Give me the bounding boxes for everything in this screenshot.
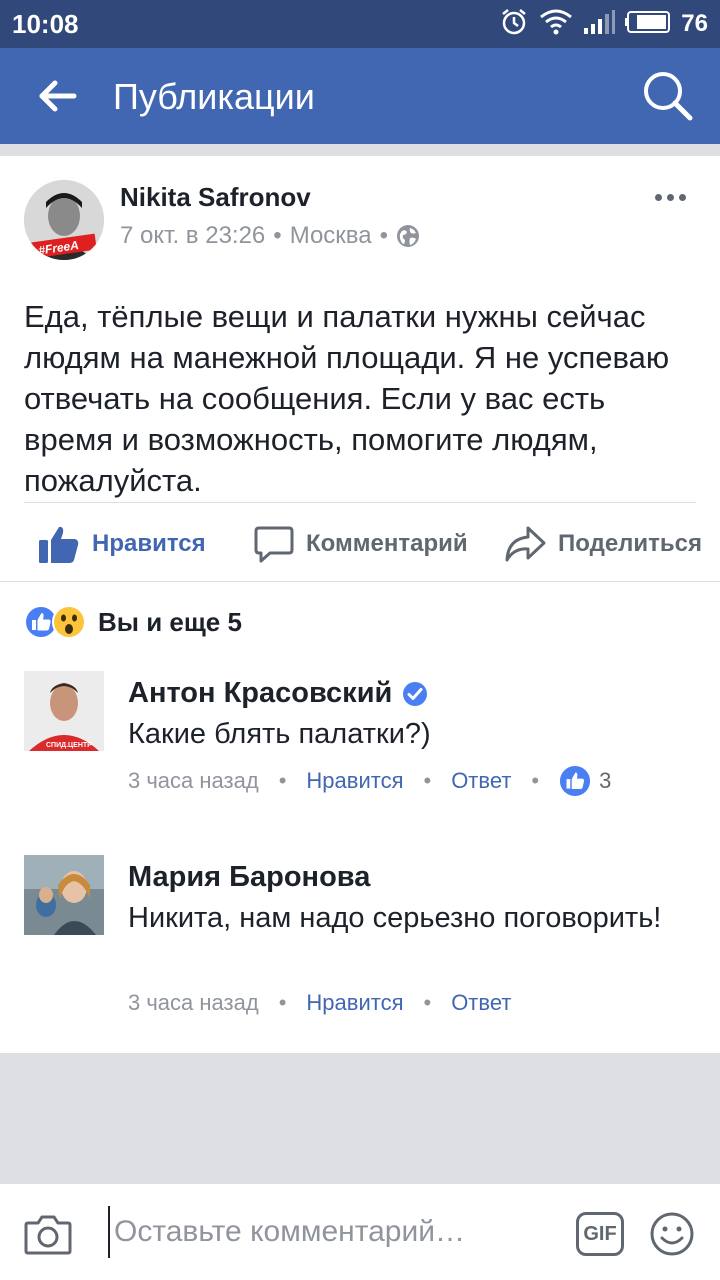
comment-composer: GIF	[0, 1183, 720, 1280]
comment-time: 3 часа назад	[128, 990, 259, 1015]
wifi-icon	[539, 8, 573, 41]
comment-time: 3 часа назад	[128, 768, 259, 793]
globe-icon	[397, 225, 420, 247]
status-bar: 10:08 76	[0, 0, 720, 48]
comment-meta: 3 часа назад • Нравится • Ответ • 3	[128, 764, 611, 798]
meta-dot: •	[423, 768, 432, 793]
comment-like-link[interactable]: Нравится	[306, 768, 403, 794]
commenter-name[interactable]: Мария Баронова	[128, 861, 370, 894]
comment-reply-link[interactable]: Ответ	[451, 768, 511, 794]
meta-dot: •	[531, 768, 540, 793]
post-meta: 7 окт. в 23:26 • Москва •	[120, 222, 420, 250]
separator	[0, 581, 720, 582]
comment-input[interactable]	[108, 1206, 548, 1258]
comment-like-link[interactable]: Нравится	[306, 990, 403, 1016]
comment-text: Никита, нам надо серьезно поговорить!	[128, 902, 662, 934]
meta-dot: •	[278, 990, 287, 1015]
separator	[0, 144, 720, 156]
more-options-button[interactable]	[648, 182, 692, 212]
battery-icon	[625, 10, 671, 38]
arrow-left-icon	[39, 80, 77, 112]
avatar-badge-text: СПИД.ЦЕНТР	[46, 742, 92, 749]
gif-button[interactable]: GIF	[576, 1212, 624, 1256]
battery-level: 76	[681, 10, 708, 37]
empty-area	[0, 1053, 720, 1183]
comment-reply-link[interactable]: Ответ	[451, 990, 511, 1016]
search-button[interactable]	[640, 68, 696, 124]
share-icon	[505, 526, 546, 562]
app-bar: Публикации	[0, 48, 720, 144]
commenter-avatar[interactable]: СПИД.ЦЕНТР	[24, 671, 104, 751]
comment-button[interactable]: Комментарий	[254, 516, 468, 572]
comment-text: Какие блять палатки?)	[128, 718, 431, 750]
commenter-name[interactable]: Антон Красовский	[128, 677, 428, 710]
comment-like-count[interactable]: 3	[559, 765, 611, 797]
meta-dot: •	[273, 222, 282, 249]
like-label: Нравится	[92, 530, 206, 557]
dot-icon	[678, 193, 686, 201]
status-icons: 76	[499, 8, 708, 40]
status-time: 10:08	[12, 9, 79, 39]
dot-icon	[666, 193, 674, 201]
like-count: 3	[599, 768, 612, 793]
post-author[interactable]: Nikita Safronov	[120, 182, 311, 213]
verified-badge-icon	[403, 681, 428, 706]
emoji-button[interactable]	[648, 1210, 696, 1258]
post-location[interactable]: Москва	[290, 222, 372, 250]
post-date[interactable]: 7 окт. в 23:26	[120, 222, 265, 250]
signal-icon	[583, 9, 616, 39]
share-label: Поделиться	[558, 530, 703, 557]
dot-icon	[654, 193, 662, 201]
page-title: Публикации	[113, 76, 315, 117]
comment-label: Комментарий	[306, 530, 468, 557]
meta-dot: •	[379, 222, 389, 249]
commenter-avatar[interactable]	[24, 855, 104, 935]
like-button[interactable]: Нравится	[38, 516, 206, 572]
reactions-count: Вы и еще 5	[98, 606, 242, 637]
camera-button[interactable]	[24, 1210, 72, 1258]
divider	[24, 502, 696, 503]
thumbs-up-icon	[39, 526, 79, 563]
commenter-name-text: Антон Красовский	[128, 677, 393, 709]
alarm-icon	[499, 7, 529, 42]
commenter-name-text: Мария Баронова	[128, 861, 371, 893]
comment-meta: 3 часа назад • Нравится • Ответ	[128, 986, 511, 1020]
wow-reaction-icon	[52, 605, 86, 639]
meta-dot: •	[423, 990, 432, 1015]
smiley-icon	[650, 1212, 694, 1256]
meta-dot: •	[278, 768, 287, 793]
author-avatar[interactable]: #FreeA	[24, 180, 104, 260]
back-button[interactable]	[30, 72, 86, 120]
search-icon	[644, 72, 693, 121]
reactions-summary[interactable]: Вы и еще 5	[24, 604, 242, 640]
share-button[interactable]: Поделиться	[504, 516, 702, 572]
camera-icon	[24, 1215, 72, 1255]
post-text: Еда, тёплые вещи и палатки нужны сейчас …	[24, 299, 670, 498]
comment-icon	[254, 526, 294, 563]
like-reaction-icon	[560, 765, 591, 797]
